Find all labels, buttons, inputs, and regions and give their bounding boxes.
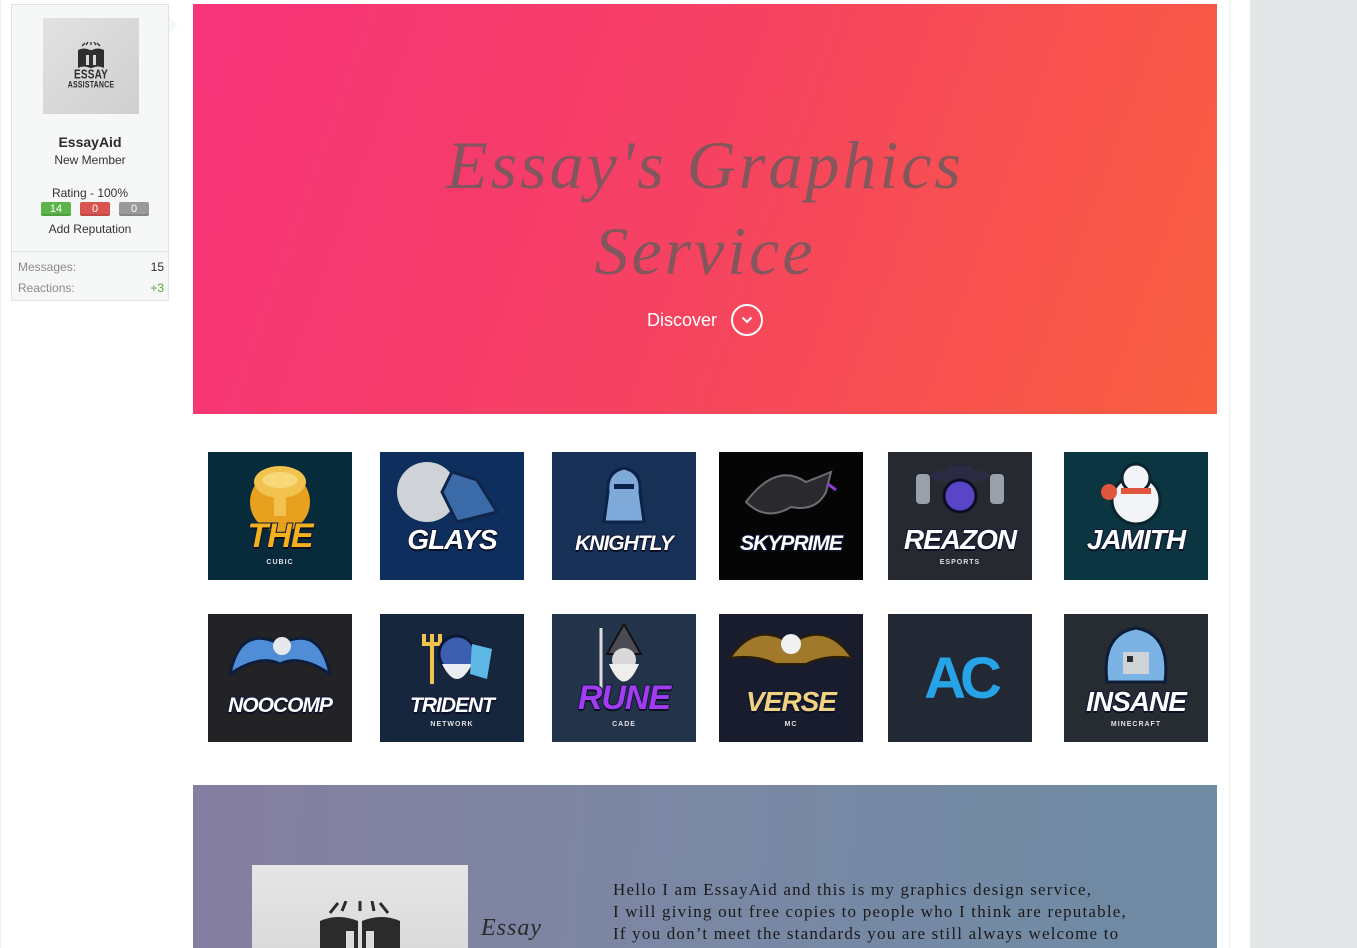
page-left-border: [0, 0, 1, 948]
logo-name: VERSE: [745, 685, 838, 718]
about-logo-label: Essay: [481, 915, 542, 941]
add-reputation-link[interactable]: Add Reputation: [12, 222, 168, 236]
content-right-border: [1229, 0, 1230, 948]
logo-subtitle: ESPORTS: [939, 559, 981, 566]
logo-name: RUNE: [577, 678, 672, 718]
logo-tile[interactable]: KNIGHTLY: [552, 452, 696, 580]
stat-value: +3: [150, 281, 164, 295]
logo-tile[interactable]: RUNE CADE: [552, 614, 696, 742]
logo-name: GLAYS: [406, 523, 498, 556]
open-book-icon: [78, 41, 104, 68]
user-title: New Member: [54, 153, 126, 167]
logo-tile[interactable]: JAMITH: [1064, 452, 1208, 580]
discover-button[interactable]: Discover: [193, 304, 1217, 336]
user-card: ESSAY ASSISTANCE EssayAid New Member Rat…: [11, 4, 169, 301]
discover-label: Discover: [646, 309, 717, 330]
hero-banner: Essay's Graphics Service Discover: [193, 4, 1217, 414]
logo-tile[interactable]: VERSE MC: [719, 614, 863, 742]
logo-tile[interactable]: TRIDENT NETWORK: [380, 614, 524, 742]
avatar-logo-line2: ASSISTANCE: [67, 81, 115, 90]
hero-title-line1: Essay's Graphics: [446, 127, 964, 203]
logo-name: TRIDENT: [409, 693, 496, 718]
poseidon-icon: [402, 624, 502, 699]
avatar[interactable]: ESSAY ASSISTANCE: [43, 18, 139, 114]
logo-subtitle: NETWORK: [430, 721, 474, 728]
about-line: If you don’t meet the standards you are …: [613, 924, 1120, 943]
stat-value: 15: [150, 260, 164, 274]
stat-label: Messages:: [18, 260, 77, 274]
logo-tile[interactable]: THE CUBIC: [208, 452, 352, 580]
logo-name: THE: [247, 516, 315, 556]
negative-rep-badge[interactable]: 0: [80, 202, 110, 216]
about-text: Hello I am EssayAid and this is my graph…: [613, 879, 1213, 945]
about-logo-image: [252, 865, 468, 948]
username-link[interactable]: EssayAid: [12, 134, 168, 150]
open-book-icon: [320, 901, 400, 948]
stat-reactions: Reactions: +3: [18, 281, 164, 295]
logo-subtitle: CADE: [612, 721, 636, 728]
logo-tile[interactable]: INSANE MINECRAFT: [1064, 614, 1208, 742]
logo-tile[interactable]: SKYPRIME: [719, 452, 863, 580]
dragon-icon: [736, 462, 846, 537]
logo-name: NOOCOMP: [227, 693, 334, 718]
knight-icon: [584, 462, 664, 537]
logo-name: INSANE: [1085, 685, 1188, 718]
reputation-badges: 14 0 0: [41, 202, 149, 216]
logo-tile[interactable]: NOOCOMP: [208, 614, 352, 742]
logo-name: REAZON: [903, 523, 1018, 556]
logo-subtitle: CUBIC: [266, 559, 294, 566]
hero-title-line2: Service: [594, 213, 816, 289]
logo-tile[interactable]: GLAYS: [380, 452, 524, 580]
logo-name: SKYPRIME: [739, 531, 844, 556]
about-line: I will giving out free copies to people …: [613, 902, 1127, 921]
logo-tile[interactable]: AC: [888, 614, 1032, 742]
logo-monogram: AC: [924, 645, 1002, 711]
logo-tile[interactable]: REAZON ESPORTS: [888, 452, 1032, 580]
chevron-down-icon: [731, 304, 763, 336]
about-line: Hello I am EssayAid and this is my graph…: [613, 880, 1093, 899]
about-panel: Essay Hello I am EssayAid and this is my…: [193, 785, 1217, 948]
rating-label: Rating - 100%: [51, 186, 129, 200]
user-card-arrow: [169, 16, 178, 34]
hero-title: Essay's Graphics Service: [193, 122, 1217, 294]
logo-name: JAMITH: [1086, 523, 1187, 556]
stat-messages: Messages: 15: [18, 260, 164, 274]
positive-rep-badge[interactable]: 14: [41, 202, 71, 216]
neutral-rep-badge[interactable]: 0: [119, 202, 149, 216]
logo-subtitle: MINECRAFT: [1110, 721, 1162, 728]
stat-label: Reactions:: [18, 281, 75, 295]
logo-subtitle: MC: [784, 721, 798, 728]
griffin-icon: [220, 624, 340, 699]
logo-name: KNIGHTLY: [574, 531, 675, 556]
card-divider: [12, 251, 168, 252]
page-right-gutter: [1250, 0, 1357, 948]
